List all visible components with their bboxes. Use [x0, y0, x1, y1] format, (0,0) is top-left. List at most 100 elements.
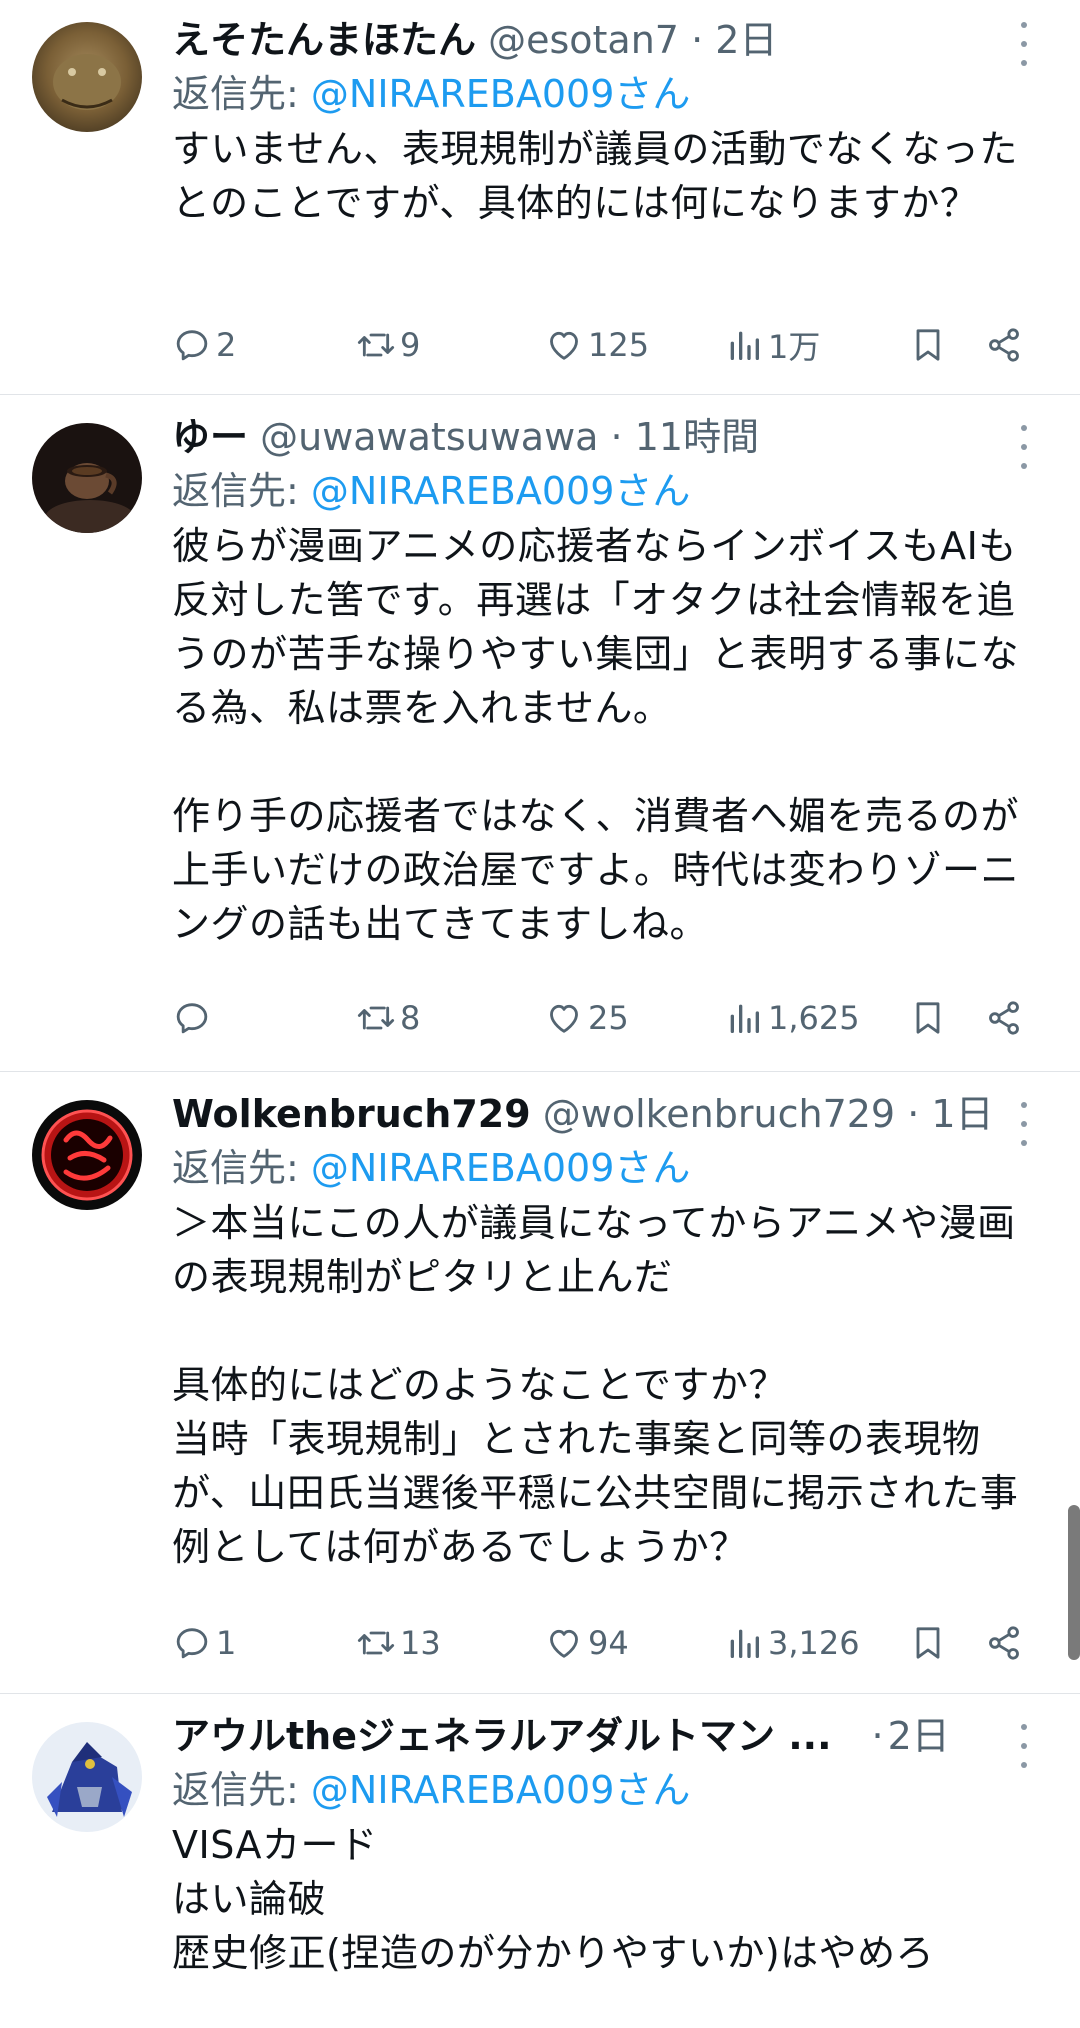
avatar[interactable]	[32, 423, 142, 533]
avatar-image	[32, 423, 142, 533]
user-handle[interactable]: @wolkenbruch729	[543, 1092, 895, 1136]
tweet-content: Wolkenbruch729 @wolkenbruch729 · 1日 返信先:…	[172, 1092, 1040, 1574]
reply-button[interactable]: 1	[172, 1620, 236, 1666]
separator: ·	[907, 1092, 920, 1136]
separator: ·	[871, 1714, 884, 1758]
like-button[interactable]: 94	[544, 1620, 629, 1666]
reply-button[interactable]: 2	[172, 322, 236, 368]
reply-mention-link[interactable]: @NIRAREBA009さん	[311, 469, 691, 513]
reply-to-label: 返信先:	[172, 1768, 311, 1812]
timeline: えそたんまほたん @esotan7 · 2日 返信先: @NIRAREBA009…	[0, 0, 1080, 2028]
bookmark-button[interactable]	[908, 322, 948, 368]
bookmark-icon	[916, 1627, 940, 1659]
user-handle[interactable]: @esotan7	[488, 18, 679, 62]
reply-to: 返信先: @NIRAREBA009さん	[172, 1142, 1040, 1194]
avatar-image	[32, 1100, 142, 1210]
reply-to-label: 返信先:	[172, 469, 311, 513]
reply-count: 1	[216, 1624, 237, 1662]
like-count: 125	[588, 326, 650, 364]
tweet-header: えそたんまほたん @esotan7 · 2日	[172, 18, 1040, 62]
bookmark-icon	[916, 1002, 940, 1034]
share-icon	[989, 328, 1019, 362]
reply-icon	[176, 1003, 208, 1034]
tweet[interactable]: えそたんまほたん @esotan7 · 2日 返信先: @NIRAREBA009…	[0, 0, 1080, 395]
separator: ·	[610, 415, 623, 459]
like-button[interactable]: 125	[544, 322, 649, 368]
tweet-text: ＞本当にこの人が議員になってからアニメや漫画の表現規制がピタリと止んだ 具体的に…	[172, 1201, 1019, 1569]
reply-mention-link[interactable]: @NIRAREBA009さん	[311, 1768, 691, 1812]
views-icon	[730, 1629, 759, 1658]
separator: ·	[691, 18, 704, 62]
like-button[interactable]: 25	[544, 995, 629, 1041]
tweet-header: ゆー @uwawatsuwawa · 11時間	[172, 415, 1040, 459]
heart-icon	[550, 331, 578, 360]
tweet-actions: 1 13 94 3,126	[172, 1620, 1040, 1666]
avatar-image	[32, 1722, 142, 1832]
avatar[interactable]	[32, 1722, 142, 1832]
timestamp[interactable]: 2日	[888, 1714, 950, 1758]
views-icon	[730, 1004, 759, 1033]
share-button[interactable]	[984, 1620, 1024, 1666]
heart-icon	[550, 1629, 578, 1658]
tweet-header: Wolkenbruch729 @wolkenbruch729 · 1日	[172, 1092, 1040, 1136]
retweet-icon	[357, 333, 395, 357]
bookmark-icon	[916, 329, 940, 361]
tweet-content: ゆー @uwawatsuwawa · 11時間 返信先: @NIRAREBA00…	[172, 415, 1040, 951]
views-icon	[730, 331, 759, 360]
reply-to: 返信先: @NIRAREBA009さん	[172, 1764, 1040, 1816]
retweet-icon	[357, 1631, 395, 1655]
timestamp[interactable]: 2日	[715, 18, 777, 62]
reply-to: 返信先: @NIRAREBA009さん	[172, 465, 1040, 517]
share-button[interactable]	[984, 322, 1024, 368]
heart-icon	[550, 1004, 578, 1033]
user-handle[interactable]: @uwawatsuwawa	[260, 415, 598, 459]
bookmark-button[interactable]	[908, 995, 948, 1041]
scrollbar[interactable]	[1068, 1505, 1080, 1660]
views-button[interactable]: 1,625	[724, 995, 860, 1041]
reply-mention-link[interactable]: @NIRAREBA009さん	[311, 72, 691, 116]
reply-count: 2	[216, 326, 237, 364]
avatar[interactable]	[32, 22, 142, 132]
display-name[interactable]: えそたんまほたん	[172, 18, 476, 62]
like-count: 94	[588, 1624, 629, 1662]
share-button[interactable]	[984, 995, 1024, 1041]
display-name[interactable]: Wolkenbruch729	[172, 1092, 531, 1136]
views-button[interactable]: 3,126	[724, 1620, 860, 1666]
reply-button[interactable]	[172, 995, 216, 1041]
tweet-actions: 8 25 1,625	[172, 995, 1040, 1041]
avatar[interactable]	[32, 1100, 142, 1210]
view-count: 3,126	[768, 1624, 860, 1662]
timestamp[interactable]: 11時間	[635, 415, 759, 459]
reply-icon	[176, 330, 208, 361]
views-button[interactable]: 1万	[724, 322, 820, 368]
tweet[interactable]: Wolkenbruch729 @wolkenbruch729 · 1日 返信先:…	[0, 1072, 1080, 1694]
like-count: 25	[588, 999, 629, 1037]
tweet-text: すいません、表現規制が議員の活動でなくなったとのことですが、具体的には何になりま…	[172, 127, 1018, 225]
retweet-icon	[357, 1006, 395, 1030]
reply-mention-link[interactable]: @NIRAREBA009さん	[311, 1146, 691, 1190]
retweet-count: 9	[400, 326, 421, 364]
tweet-content: えそたんまほたん @esotan7 · 2日 返信先: @NIRAREBA009…	[172, 18, 1040, 230]
retweet-button[interactable]: 13	[356, 1620, 441, 1666]
reply-to-label: 返信先:	[172, 72, 311, 116]
bookmark-button[interactable]	[908, 1620, 948, 1666]
view-count: 1,625	[768, 999, 860, 1037]
tweet-content: アウルtheジェネラルアダルトマン ... · 2日 返信先: @NIRAREB…	[172, 1714, 1040, 1980]
tweet-text: 彼らが漫画アニメの応援者ならインボイスもAIも反対した筈です。再選は「オタクは社…	[172, 524, 1020, 946]
retweet-button[interactable]: 8	[356, 995, 420, 1041]
tweet-actions: 2 9 125 1万	[172, 322, 1040, 368]
retweet-button[interactable]: 9	[356, 322, 420, 368]
reply-icon	[176, 1628, 208, 1659]
avatar-image	[32, 22, 142, 132]
tweet-text: VISAカード はい論破 歴史修正(捏造のが分かりやすいか)はやめろ	[172, 1823, 935, 1975]
retweet-count: 13	[400, 1624, 441, 1662]
tweet[interactable]: ゆー @uwawatsuwawa · 11時間 返信先: @NIRAREBA00…	[0, 395, 1080, 1072]
share-icon	[989, 1001, 1019, 1035]
tweet[interactable]: アウルtheジェネラルアダルトマン ... · 2日 返信先: @NIRAREB…	[0, 1694, 1080, 2028]
reply-to: 返信先: @NIRAREBA009さん	[172, 68, 1040, 120]
view-count: 1万	[768, 328, 821, 366]
retweet-count: 8	[400, 999, 421, 1037]
display-name[interactable]: アウルtheジェネラルアダルトマン ...	[172, 1714, 832, 1758]
timestamp[interactable]: 1日	[931, 1092, 993, 1136]
display-name[interactable]: ゆー	[172, 415, 248, 459]
